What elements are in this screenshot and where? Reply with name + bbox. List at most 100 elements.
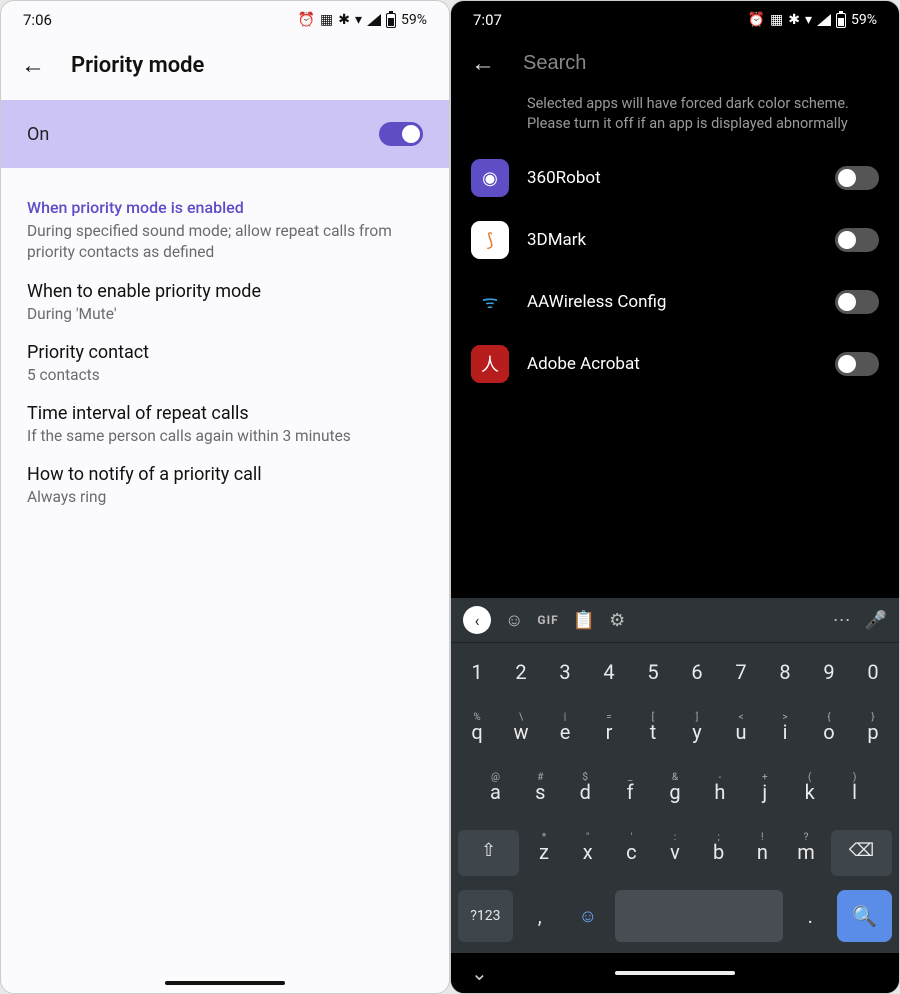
header-row: ←	[451, 35, 899, 86]
kb-search-key[interactable]: 🔍	[837, 890, 892, 942]
status-icons: ⏰ ▦ ✱ ▾ 59%	[748, 12, 877, 28]
kb-key-3[interactable]: 3	[546, 650, 584, 696]
kb-comma-key[interactable]: ,	[519, 890, 561, 942]
setting-sub: During 'Mute'	[27, 304, 423, 324]
kb-collapse-icon[interactable]: ⌄	[471, 961, 488, 985]
kb-number-row: 1234567890	[451, 643, 899, 703]
setting-sub: If the same person calls again within 3 …	[27, 426, 423, 446]
app-name: Adobe Acrobat	[527, 354, 817, 374]
master-toggle[interactable]	[379, 122, 423, 146]
kb-space-key[interactable]	[615, 890, 783, 942]
kb-key-1[interactable]: 1	[458, 650, 496, 696]
battery-percent: 59%	[851, 12, 877, 28]
kb-key-w[interactable]: \w	[502, 710, 540, 756]
kb-row-2: %q\w|e=r[t]y<u>i{o}p	[451, 703, 899, 763]
kb-key-0[interactable]: 0	[854, 650, 892, 696]
master-toggle-label: On	[27, 124, 49, 145]
kb-emoji-key[interactable]: ☺	[567, 890, 609, 942]
kb-key-d[interactable]: $d	[566, 770, 605, 816]
kb-key-y[interactable]: ]y	[678, 710, 716, 756]
home-indicator[interactable]	[165, 981, 285, 985]
signal-icon	[367, 14, 381, 26]
kb-more-icon[interactable]: ⋯	[833, 610, 851, 631]
status-bar: 7:06 ⏰ ▦ ✱ ▾ 59%	[1, 1, 449, 35]
kb-key-7[interactable]: 7	[722, 650, 760, 696]
kb-key-p[interactable]: }p	[854, 710, 892, 756]
kb-gif-button[interactable]: GIF	[537, 613, 558, 627]
kb-symbols-key[interactable]: ?123	[458, 890, 513, 942]
kb-key-l[interactable]: )l	[835, 770, 874, 816]
kb-row-3: @a#s$d_f&g-h+j(k)l	[451, 763, 899, 823]
kb-key-r[interactable]: =r	[590, 710, 628, 756]
battery-percent: 59%	[401, 12, 427, 28]
app-name: 3DMark	[527, 230, 817, 250]
battery-icon	[836, 13, 846, 28]
setting-time-interval[interactable]: Time interval of repeat calls If the sam…	[1, 385, 449, 446]
kb-key-n[interactable]: !n	[744, 830, 782, 876]
app-row[interactable]: ᯤ AAWireless Config	[451, 271, 899, 333]
status-time: 7:07	[473, 11, 502, 29]
search-input[interactable]	[523, 52, 879, 75]
kb-backspace-key[interactable]: ⌫	[831, 830, 892, 876]
app-toggle[interactable]	[835, 228, 879, 252]
kb-key-o[interactable]: {o	[810, 710, 848, 756]
setting-when-enable[interactable]: When to enable priority mode During 'Mut…	[1, 263, 449, 324]
kb-sticker-icon[interactable]: ☺	[505, 610, 523, 631]
page-title: Priority mode	[71, 53, 204, 78]
master-toggle-panel[interactable]: On	[1, 100, 449, 168]
kb-key-s[interactable]: #s	[521, 770, 560, 816]
app-row[interactable]: ◉360Robot	[451, 147, 899, 209]
kb-key-z[interactable]: *z	[525, 830, 563, 876]
kb-key-4[interactable]: 4	[590, 650, 628, 696]
app-toggle[interactable]	[835, 290, 879, 314]
setting-title: Priority contact	[27, 342, 423, 363]
kb-chevron-icon[interactable]: ‹	[463, 606, 491, 634]
kb-key-a[interactable]: @a	[476, 770, 515, 816]
kb-key-2[interactable]: 2	[502, 650, 540, 696]
app-row[interactable]: ⟆ 3DMark	[451, 209, 899, 271]
section-header-block: When priority mode is enabled During spe…	[1, 168, 449, 263]
kb-key-q[interactable]: %q	[458, 710, 496, 756]
kb-key-k[interactable]: (k	[790, 770, 829, 816]
kb-key-b[interactable]: ;b	[700, 830, 738, 876]
setting-title: When to enable priority mode	[27, 281, 423, 302]
app-toggle[interactable]	[835, 166, 879, 190]
kb-key-i[interactable]: >i	[766, 710, 804, 756]
kb-key-m[interactable]: ?m	[787, 830, 825, 876]
app-icon: ᯤ	[471, 283, 509, 321]
section-subtext: During specified sound mode; allow repea…	[27, 221, 423, 263]
kb-shift-key[interactable]: ⇧	[458, 830, 519, 876]
keyboard-toolbar: ‹ ☺ GIF 📋 ⚙ ⋯ 🎤	[451, 598, 899, 643]
kb-key-j[interactable]: +j	[745, 770, 784, 816]
kb-key-u[interactable]: <u	[722, 710, 760, 756]
back-button[interactable]: ←	[471, 49, 495, 78]
setting-title: Time interval of repeat calls	[27, 403, 423, 424]
kb-key-c[interactable]: 'c	[612, 830, 650, 876]
app-icon: ⟆	[471, 221, 509, 259]
kb-key-t[interactable]: [t	[634, 710, 672, 756]
kb-key-9[interactable]: 9	[810, 650, 848, 696]
description-text: Selected apps will have forced dark colo…	[451, 86, 899, 147]
kb-key-x[interactable]: "x	[569, 830, 607, 876]
back-button[interactable]: ←	[21, 51, 45, 80]
kb-key-5[interactable]: 5	[634, 650, 672, 696]
bluetooth-icon: ✱	[338, 12, 350, 28]
kb-settings-icon[interactable]: ⚙	[609, 610, 625, 631]
kb-key-v[interactable]: :v	[656, 830, 694, 876]
kb-key-e[interactable]: |e	[546, 710, 584, 756]
kb-key-h[interactable]: -h	[700, 770, 739, 816]
app-name: AAWireless Config	[527, 292, 817, 312]
kb-key-6[interactable]: 6	[678, 650, 716, 696]
alarm-icon: ⏰	[748, 12, 765, 28]
home-indicator[interactable]	[615, 971, 735, 975]
kb-key-g[interactable]: &g	[656, 770, 695, 816]
setting-how-notify[interactable]: How to notify of a priority call Always …	[1, 446, 449, 507]
app-toggle[interactable]	[835, 352, 879, 376]
kb-key-8[interactable]: 8	[766, 650, 804, 696]
kb-key-f[interactable]: _f	[611, 770, 650, 816]
kb-period-key[interactable]: .	[789, 890, 831, 942]
kb-clipboard-icon[interactable]: 📋	[573, 610, 595, 631]
setting-priority-contact[interactable]: Priority contact 5 contacts	[1, 324, 449, 385]
app-row[interactable]: 人Adobe Acrobat	[451, 333, 899, 395]
kb-mic-icon[interactable]: 🎤	[865, 610, 887, 631]
